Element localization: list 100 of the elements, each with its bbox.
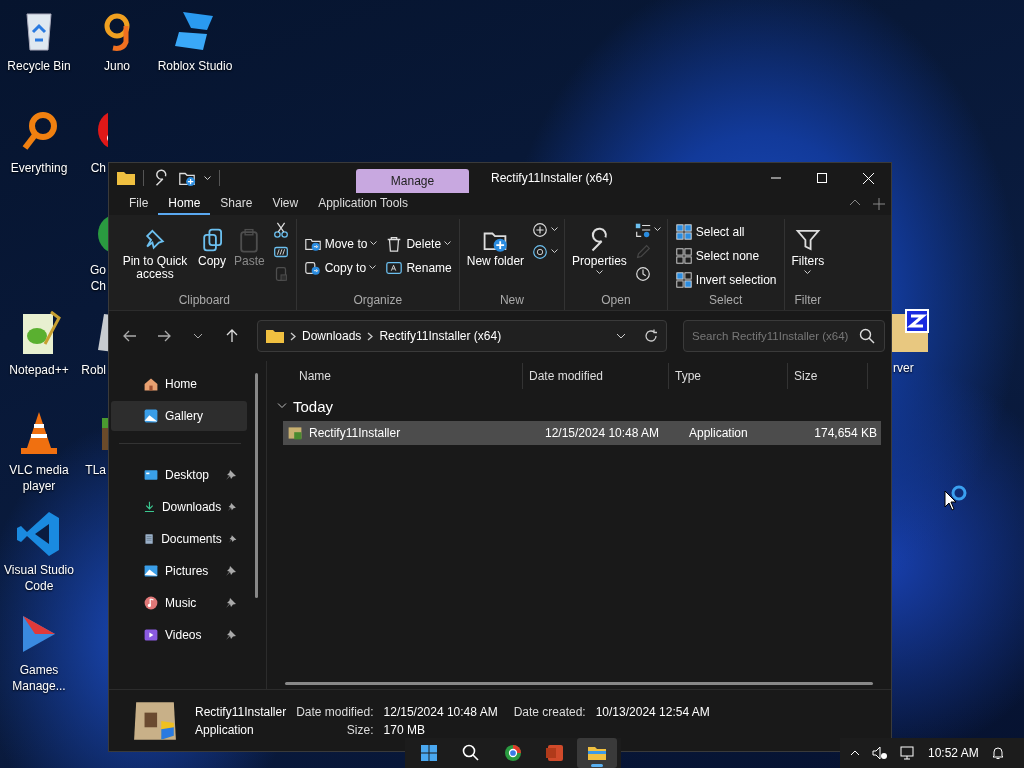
details-label: Date created: [513,704,586,719]
up-arrow-icon [226,329,238,343]
refresh-icon[interactable] [644,329,658,343]
close-icon [862,172,874,184]
easy-access-icon [531,242,550,261]
icon-label: Robl [80,362,106,378]
sidebar-item[interactable]: Documents [111,524,247,554]
icon-label: Visual Studio Code [3,562,75,594]
icon-label: Everything [10,160,68,176]
file-type: Application [688,426,749,440]
group-label: Open [601,292,631,309]
sidebar-item[interactable]: Downloads [111,492,247,522]
icon-label: Recycle Bin [7,58,71,74]
ribbon-button[interactable]: Invert selection [671,268,780,291]
ribbon-button[interactable]: Pin to Quick access [117,222,193,289]
column-header[interactable]: Name [275,363,523,389]
icon-label: rver [893,360,915,376]
group-header[interactable]: Today [275,391,395,421]
ribbon-button[interactable]: Select none [671,244,780,267]
maximize-icon [817,173,827,183]
add-icon[interactable] [873,198,885,210]
mouse-pointer-icon [944,490,958,512]
history-icon [633,264,652,283]
bell-icon[interactable] [990,746,1005,760]
downloads-icon [143,499,156,515]
ribbon-button[interactable]: Copy to [300,256,381,279]
menu-tab[interactable]: Application Tools [308,193,419,215]
icon-label: Go Ch [89,262,106,294]
column-header[interactable]: Size [788,363,868,389]
search-icon [461,743,481,763]
icon-label: Games Manage... [11,662,67,694]
desktop-icon [143,467,159,483]
select-all-icon [674,222,693,241]
caret-icon [804,269,812,275]
sidebar-item[interactable]: Music [111,588,247,618]
installer-icon [287,425,303,441]
icon-label: Roblox Studio [157,58,233,74]
scrollbar[interactable] [255,373,258,598]
details-label: Date modified: [296,704,374,719]
group-label: New [499,292,524,309]
menu-tab[interactable]: Share [210,193,263,215]
details-value: 12/15/2024 10:48 AM [383,704,498,719]
ribbon-button[interactable]: Rename [382,256,455,279]
search-field[interactable]: Search Rectify11Installer (x64) [683,320,885,352]
chevron-icon [367,331,374,341]
details-value: 10/13/2024 12:54 AM [595,704,710,719]
clock[interactable]: 10:52 AM [928,746,979,760]
documents-icon [143,531,156,547]
icon-label: VLC media player [8,462,70,494]
new-item-icon [531,220,550,239]
address-bar[interactable]: Downloads Rectify11Installer (x64) [257,320,667,352]
select-none-icon [674,246,693,265]
caret-icon [551,227,559,232]
invert-icon [674,270,693,289]
menu-tab[interactable]: View [262,193,309,215]
file-date: 12/15/2024 10:48 AM [544,426,661,440]
caret-icon [551,249,559,254]
caret-icon [193,333,203,339]
dropdown-icon[interactable] [616,333,626,339]
videos-icon [143,627,159,643]
ribbon-button[interactable]: Move to [300,232,381,255]
folder-icon[interactable] [117,171,135,185]
caret-icon [370,241,378,246]
sidebar-item[interactable]: Videos [111,620,247,650]
context-tab[interactable]: Manage [356,169,469,193]
group-label: Select [709,292,743,309]
column-header[interactable]: Type [669,363,788,389]
ribbon-button[interactable]: Select all [671,220,780,243]
ribbon-button[interactable]: Delete [382,232,455,255]
caret-icon [595,269,603,275]
window-title: Rectify11Installer (x64) [491,171,613,185]
taskbar-button[interactable] [577,738,617,768]
sidebar-item[interactable]: Pictures [111,556,247,586]
column-header[interactable]: Date modified [523,363,669,389]
menu-tab[interactable]: File [119,193,159,215]
chevron-icon [290,331,296,341]
icon-label: Juno [104,58,130,74]
ribbon-button[interactable]: New folder [463,222,528,289]
details-type: Application [195,722,255,737]
collapse-icon[interactable] [849,198,861,206]
ribbon-button[interactable]: Copy [195,222,229,289]
breadcrumb[interactable]: Rectify11Installer (x64) [379,329,502,343]
back-arrow-icon [123,330,137,342]
speaker-muted-icon[interactable] [872,745,888,761]
scrollbar[interactable] [285,682,873,685]
caret-icon [204,175,211,181]
sidebar-item[interactable]: Desktop [111,460,247,490]
sidebar-item[interactable]: Home [111,369,247,399]
sidebar-item[interactable]: Gallery [111,401,247,431]
music-icon [143,595,159,611]
chevron-icon[interactable] [850,750,860,756]
breadcrumb[interactable]: Downloads [302,329,362,343]
network-icon[interactable] [900,745,916,761]
ribbon-button[interactable]: Properties [569,222,630,289]
pictures-icon [143,563,159,579]
file-row[interactable]: Rectify11Installer 12/15/2024 10:48 AM Application 174,654 KB [283,421,881,445]
details-value: 170 MB [383,722,426,737]
caret-icon [653,227,661,232]
ribbon-button[interactable]: Filters [788,222,828,289]
group-label: Filter [794,292,822,309]
